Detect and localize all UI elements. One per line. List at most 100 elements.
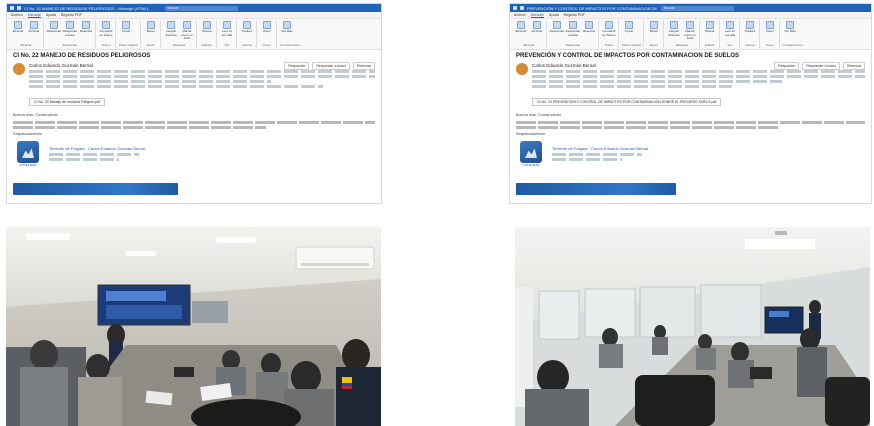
delete-button[interactable]: Eliminar — [11, 21, 25, 34]
share-teams-button[interactable]: Compartir en Teams — [99, 21, 113, 37]
person-seated — [654, 325, 666, 339]
menu-registro-pdf[interactable]: Registro PDF — [564, 13, 585, 17]
assign-policy-button[interactable]: Asignar directiva — [164, 21, 178, 41]
archive-icon — [30, 21, 38, 29]
person-seated — [261, 353, 281, 375]
reply-action-button[interactable]: Responder — [284, 62, 310, 70]
body-text-line — [516, 126, 778, 129]
forward-action-button[interactable]: Reenviar — [352, 62, 375, 70]
move-button[interactable]: Mover — [647, 21, 661, 34]
policy-icon — [167, 21, 176, 29]
move-button[interactable]: Mover — [144, 21, 158, 34]
menu-mensaje[interactable]: Mensaje — [27, 13, 41, 18]
search-input[interactable]: Buscar — [661, 5, 734, 11]
quick-step-icon — [625, 21, 633, 29]
reply-all-button[interactable]: Responder a todos — [63, 21, 77, 37]
archive-button[interactable]: Archivar — [27, 21, 41, 34]
addin-icon — [786, 21, 795, 29]
more-addins-button[interactable]: Ver Más — [783, 21, 797, 34]
signature-name: Teniente de Fragata · Carlos Eduardo Guz… — [49, 145, 145, 151]
sender-block: Carlos Eduardo Guzmán Bernal CI No. 22 M… — [13, 63, 375, 108]
menu-mensaje[interactable]: Mensaje — [530, 13, 544, 18]
greeting-text: Buenos días, Cordial saludo — [516, 113, 561, 117]
body-text-line — [13, 121, 375, 124]
delete-button[interactable]: Eliminar — [514, 21, 528, 34]
quick-step-button[interactable]: Al jefe — [622, 21, 636, 34]
envelope-icon — [686, 21, 695, 29]
search-input[interactable]: Buscar — [164, 5, 238, 11]
reply-action-button[interactable]: Responder — [774, 62, 800, 70]
translate-button[interactable]: Traducir — [240, 21, 254, 34]
presentation-screen — [764, 306, 804, 334]
message-actions: Responder Responder a todos Reenviar — [284, 62, 375, 70]
read-aloud-button[interactable]: Leer en voz alta — [723, 21, 737, 37]
save-icon[interactable] — [10, 6, 14, 10]
title-bar: PREVENCIÓN Y CONTROL DE IMPACTOS POR CON… — [510, 4, 871, 12]
signature: COTECMAR Teniente de Fragata · Carlos Ed… — [510, 139, 871, 169]
window-title: PREVENCIÓN Y CONTROL DE IMPACTOS POR CON… — [527, 5, 658, 11]
person-seated — [800, 328, 820, 350]
ceiling-vent — [775, 231, 787, 235]
message-header: CI No. 22 MANEJO DE RESIDUOS PELIGROSOS … — [7, 50, 381, 111]
more-addins-button[interactable]: Ver Más — [280, 21, 294, 34]
reply-icon — [553, 21, 561, 29]
mark-unread-button[interactable]: Marcar como no leído — [683, 21, 697, 41]
menu-ayuda[interactable]: Ayuda — [46, 13, 56, 17]
ceiling-light — [126, 251, 156, 256]
attachment-chip[interactable]: CI No. 24 PREVENCION Y CONTROL DE IMPACT… — [532, 98, 722, 106]
avatar — [516, 63, 528, 75]
menu-ayuda[interactable]: Ayuda — [549, 13, 559, 17]
translate-icon — [243, 21, 252, 29]
read-aloud-button[interactable]: Leer en voz alta — [220, 21, 234, 37]
undo-icon[interactable] — [520, 6, 524, 10]
menu-bar: Archivo Mensaje Ayuda Registro PDF — [7, 12, 381, 19]
avatar — [13, 63, 25, 75]
zoom-button[interactable]: Zoom — [763, 21, 777, 34]
quick-step-icon — [122, 21, 130, 29]
find-button[interactable]: Buscar — [200, 21, 214, 34]
assign-policy-button[interactable]: Asignar directiva — [667, 21, 681, 41]
share-teams-button[interactable]: Compartir en Teams — [602, 21, 616, 37]
window-panel — [639, 286, 696, 338]
reply-all-action-button[interactable]: Responder a todos — [312, 62, 350, 70]
reply-icon — [50, 21, 58, 29]
reply-all-button[interactable]: Responder a todos — [566, 21, 580, 37]
reply-button[interactable]: Responder — [47, 21, 61, 37]
reply-all-icon — [66, 21, 74, 29]
signature-name: Teniente de Fragata · Carlos Eduardo Guz… — [552, 145, 648, 151]
menu-archivo[interactable]: Archivo — [11, 13, 23, 17]
save-icon[interactable] — [513, 6, 517, 10]
quick-step-button[interactable]: Al jefe — [119, 21, 133, 34]
recipients-list — [29, 85, 324, 88]
reply-button[interactable]: Responder — [550, 21, 564, 37]
greeting-text: Buenos días, Cordial saludo — [13, 113, 58, 117]
ceiling-light — [216, 237, 256, 243]
menu-registro-pdf[interactable]: Registro PDF — [61, 13, 82, 17]
reply-all-action-button[interactable]: Responder a todos — [802, 62, 840, 70]
recipients-list — [29, 70, 375, 73]
forward-action-button[interactable]: Reenviar — [842, 62, 865, 70]
person-seated — [291, 361, 321, 393]
chair-back — [635, 375, 715, 426]
zoom-button[interactable]: Zoom — [260, 21, 274, 34]
translate-button[interactable]: Traducir — [743, 21, 757, 34]
forward-button[interactable]: Reenviar — [582, 21, 596, 37]
archive-button[interactable]: Archivar — [530, 21, 544, 34]
find-button[interactable]: Buscar — [703, 21, 717, 34]
zoom-icon — [766, 21, 775, 29]
message-header: PREVENCIÓN Y CONTROL DE IMPACTOS POR CON… — [510, 50, 871, 111]
policy-icon — [670, 21, 679, 29]
addin-icon — [283, 21, 292, 29]
search-icon — [203, 21, 212, 29]
closing-text: Respetuosamente — [516, 132, 546, 136]
zoom-icon — [263, 21, 272, 29]
laptop — [174, 367, 194, 377]
reply-all-icon — [569, 21, 577, 29]
menu-archivo[interactable]: Archivo — [514, 13, 526, 17]
forward-button[interactable]: Reenviar — [79, 21, 93, 37]
message-subject: CI No. 22 MANEJO DE RESIDUOS PELIGROSOS — [13, 53, 151, 59]
mark-unread-button[interactable]: Marcar como no leído — [180, 21, 194, 41]
attachment-chip[interactable]: CI No. 22 Manejo de residuos Peligros.pd… — [29, 98, 105, 106]
recipients-list — [29, 80, 272, 83]
undo-icon[interactable] — [17, 6, 21, 10]
